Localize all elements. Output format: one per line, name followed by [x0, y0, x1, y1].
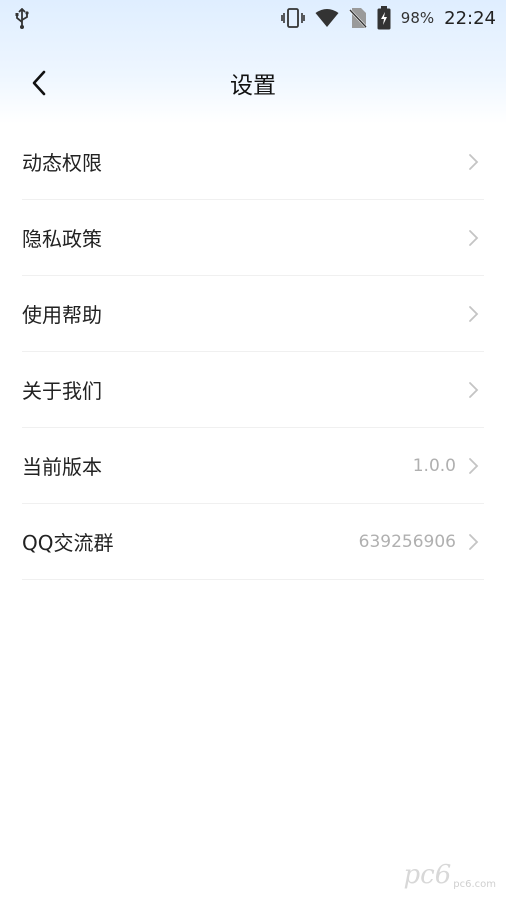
chevron-right-icon [469, 306, 479, 322]
settings-item-help[interactable]: 使用帮助 [22, 276, 484, 352]
no-sim-icon [348, 7, 367, 29]
chevron-right-icon [469, 382, 479, 398]
settings-item-label: 使用帮助 [22, 303, 102, 327]
settings-item-label: QQ交流群 [22, 531, 114, 555]
battery-charging-icon [377, 6, 391, 30]
settings-item-dynamic-permissions[interactable]: 动态权限 [22, 124, 484, 200]
title-bar: 设置 [0, 52, 506, 116]
chevron-right-icon [469, 534, 479, 550]
settings-item-qq-group[interactable]: QQ交流群 639256906 [22, 504, 484, 580]
status-bar: 98% 22:24 [0, 0, 506, 36]
settings-item-label: 当前版本 [22, 455, 102, 479]
clock: 22:24 [444, 7, 496, 29]
wifi-icon [315, 8, 339, 28]
battery-percent: 98% [400, 9, 435, 27]
settings-item-current-version[interactable]: 当前版本 1.0.0 [22, 428, 484, 504]
settings-item-label: 隐私政策 [22, 227, 102, 251]
page-title: 设置 [230, 73, 276, 99]
vibrate-icon [280, 7, 305, 29]
usb-icon [14, 7, 30, 35]
watermark-logo: pc6 pc6.com [404, 860, 497, 890]
settings-list: 动态权限 隐私政策 使用帮助 关于我们 当前版本 1.0.0 QQ交流群 639… [0, 124, 506, 580]
settings-item-value: 1.0.0 [412, 456, 456, 476]
chevron-right-icon [469, 154, 479, 170]
settings-item-label: 关于我们 [22, 379, 102, 403]
settings-item-label: 动态权限 [22, 151, 102, 175]
settings-item-value: 639256906 [358, 532, 456, 552]
chevron-right-icon [469, 458, 479, 474]
settings-item-about-us[interactable]: 关于我们 [22, 352, 484, 428]
chevron-right-icon [469, 230, 479, 246]
settings-item-privacy-policy[interactable]: 隐私政策 [22, 200, 484, 276]
watermark-text: pc6 [403, 860, 452, 890]
watermark-subtext: pc6.com [453, 879, 496, 890]
